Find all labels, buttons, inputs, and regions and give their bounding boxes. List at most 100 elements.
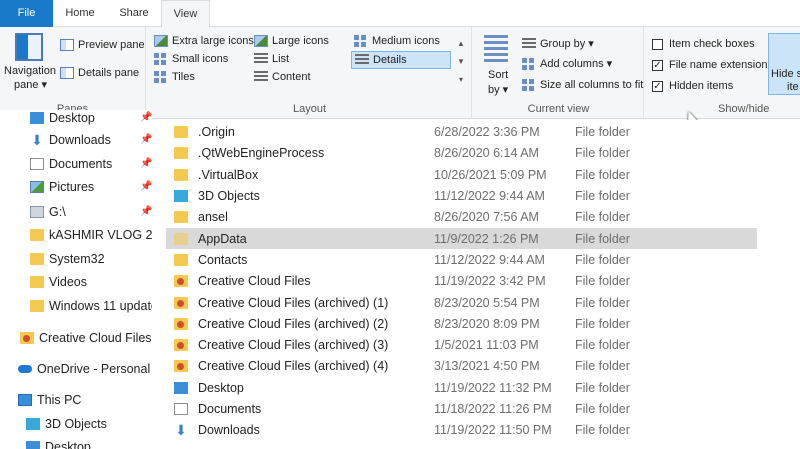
sort-by-label: Sort [488,69,509,81]
desktop-icon [30,112,44,124]
hidden-items-label: Hidden items [669,80,734,92]
pin-icon: 📌 [140,206,152,217]
nav-label: Pictures [49,180,95,194]
nav-item-creative-cloud-files[interactable]: Creative Cloud Files [0,327,152,349]
table-row[interactable]: ⬇ Downloads 11/19/2022 11:50 PM File folder [166,419,757,440]
file-date: 8/23/2020 8:09 PM [434,316,540,331]
nav-item-videos[interactable]: Videos [0,271,152,293]
file-date: 8/26/2020 7:56 AM [434,209,539,224]
table-row[interactable]: .QtWebEngineProcess 8/26/2020 6:14 AM File… [166,142,757,163]
table-row[interactable]: Creative Cloud Files (archived) (2) 8/23/… [166,313,757,334]
table-row[interactable]: .VirtualBox 10/26/2021 5:09 PM File folder [166,164,757,185]
onedrive-icon [18,365,32,373]
creative-cloud-icon [174,317,188,330]
tab-home[interactable]: Home [53,0,107,27]
file-type: File folder [575,167,630,182]
creative-cloud-icon [174,338,188,351]
navigation-pane: Desktop 📌 ⬇ Downloads 📌 Documents 📌 Pictures… [0,110,152,449]
layout-group: Extra large icons Large icons Medium ico… [148,27,472,119]
hidden-items-toggle[interactable]: ✓ Hidden items [652,80,733,92]
details-pane-button[interactable]: Details pane [60,67,139,79]
table-row[interactable]: Creative Cloud Files 11/19/2022 3:42 PM Fi… [166,270,757,291]
item-check-boxes-checkbox[interactable] [652,38,663,50]
ribbon: Navigation pane ▾ Preview pane Details p… [0,27,800,127]
tab-share[interactable]: Share [107,0,161,27]
nav-label: This PC [37,393,82,407]
size-all-columns-button[interactable]: Size all columns to fit [522,79,643,91]
preview-pane-label: Preview pane [78,39,145,51]
file-date: 11/12/2022 9:44 AM [434,252,545,267]
extra-large-icons-option[interactable]: Extra large icons [154,35,254,47]
tiles-option[interactable]: Tiles [154,71,195,83]
tab-view[interactable]: View [161,0,210,28]
navigation-pane-button[interactable]: Navigation [4,65,56,77]
details-label: Details [373,54,407,66]
sort-by-button[interactable]: Sort [488,69,508,81]
nav-item-desktop[interactable]: Desktop 📌 [0,110,152,129]
hide-selected-items-button[interactable]: Hide s ite [768,33,800,95]
nav-label: Creative Cloud Files [39,331,152,345]
hidden-items-checkbox[interactable]: ✓ [652,80,663,92]
table-row[interactable]: Contacts 11/12/2022 9:44 AM File folder [166,249,757,270]
nav-item-3d-objects[interactable]: 3D Objects [0,413,152,435]
table-row[interactable]: Creative Cloud Files (archived) (3) 1/5/2… [166,334,757,355]
file-date: 11/19/2022 3:42 PM [434,273,546,288]
details-option[interactable]: Details [351,51,451,69]
nav-item-desktop-pc[interactable]: Desktop [0,436,152,449]
file-type: File folder [575,358,630,373]
table-row[interactable]: Documents 11/18/2022 11:26 PM File folder [166,398,757,419]
medium-icons-option[interactable]: Medium icons [354,35,440,47]
nav-item-downloads[interactable]: ⬇ Downloads 📌 [0,129,152,151]
file-date: 11/19/2022 11:50 PM [434,422,552,437]
table-row[interactable]: Creative Cloud Files (archived) (1) 8/23/… [166,292,757,313]
file-name-extensions-toggle[interactable]: ✓ File name extensions [652,59,773,71]
nav-label: Documents [49,157,113,171]
nav-item-onedrive[interactable]: OneDrive - Personal [0,358,152,380]
file-name: Contacts [198,252,248,267]
navigation-pane-icon[interactable] [15,33,43,61]
navigation-pane-dropdown[interactable]: pane ▾ [14,78,47,92]
content-option[interactable]: Content [254,71,311,83]
table-row[interactable]: Creative Cloud Files (archived) (4) 3/13/… [166,355,757,376]
folder-icon [174,232,188,245]
file-name: Documents [198,401,262,416]
preview-pane-button[interactable]: Preview pane [60,39,145,51]
nav-item-system32[interactable]: System32 [0,248,152,270]
nav-label: G:\ [49,205,66,219]
small-icons-icon [154,53,168,65]
small-icons-option[interactable]: Small icons [154,53,228,65]
file-name: 3D Objects [198,188,260,203]
file-name: .VirtualBox [198,167,259,182]
file-date: 11/9/2022 1:26 PM [434,231,539,246]
nav-item-documents[interactable]: Documents 📌 [0,153,152,175]
file-type: File folder [575,401,630,416]
drive-icon [30,206,44,218]
nav-item-pictures[interactable]: Pictures 📌 [0,176,152,198]
tab-file[interactable]: File [0,0,53,27]
file-name: Creative Cloud Files (archived) (1) [198,295,389,310]
nav-item-windows-11-update[interactable]: Windows 11 update [0,295,152,317]
file-type: File folder [575,422,630,437]
table-row[interactable]: 3D Objects 11/12/2022 9:44 AM File folder [166,185,757,206]
add-columns-button[interactable]: Add columns ▾ [522,57,612,70]
documents-icon [174,402,188,415]
item-check-boxes-toggle[interactable]: Item check boxes [652,38,755,50]
add-columns-label: Add columns [540,57,604,70]
details-pane-icon [60,67,74,79]
nav-item-g-drive[interactable]: G:\ 📌 [0,201,152,223]
list-option[interactable]: List [254,53,289,65]
table-row-selected[interactable]: AppData 11/9/2022 1:26 PM File folder [166,228,757,249]
contacts-icon [174,253,188,266]
layout-gallery-scroll[interactable]: ▲ ▼ ▾ [455,35,467,93]
sort-by-dropdown[interactable]: by ▾ [488,83,508,97]
add-columns-icon [522,57,536,70]
table-row[interactable]: .Origin 6/28/2022 3:36 PM File folder [166,121,757,142]
folder-icon [30,276,44,288]
file-name-extensions-checkbox[interactable]: ✓ [652,59,663,71]
group-by-button[interactable]: Group by ▾ [522,37,594,50]
large-icons-option[interactable]: Large icons [254,35,329,47]
nav-item-this-pc[interactable]: This PC [0,389,152,411]
nav-item-kashmir-vlog-2[interactable]: kASHMIR VLOG 2 [0,224,152,246]
table-row[interactable]: Desktop 11/19/2022 11:32 PM File folder [166,377,757,398]
table-row[interactable]: ansel 8/26/2020 7:56 AM File folder [166,206,757,227]
